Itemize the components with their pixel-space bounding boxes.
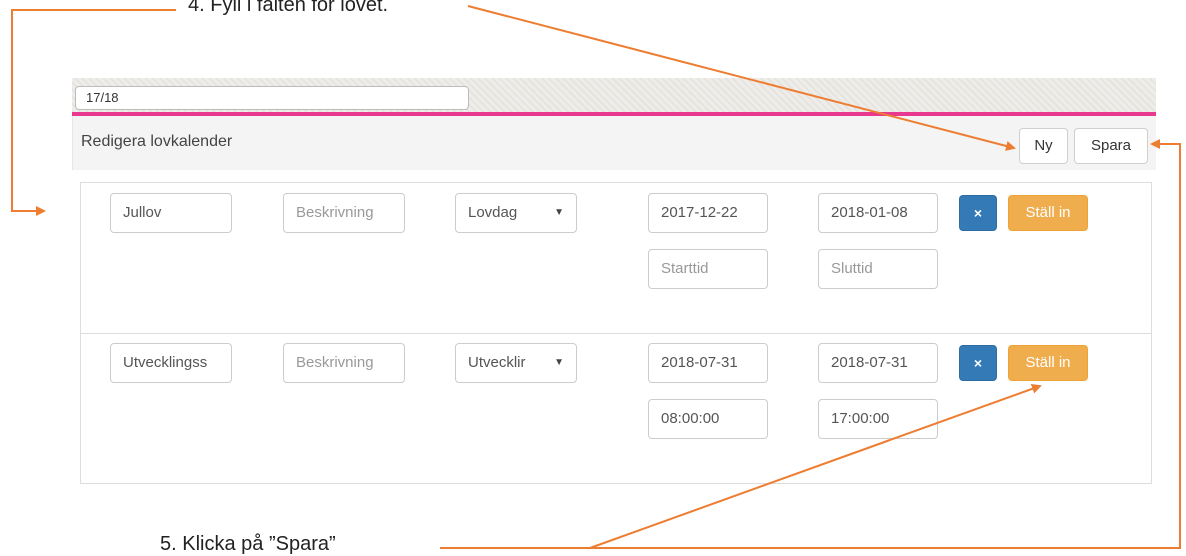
end-time-field[interactable]: 17:00:00 (818, 399, 938, 439)
panel-title: Redigera lovkalender (81, 133, 233, 150)
start-date-field[interactable]: 2018-07-31 (648, 343, 768, 383)
end-time-field[interactable]: Sluttid (818, 249, 938, 289)
holiday-row: Jullov Beskrivning Lovdag ▼ 2017-12-22 2… (81, 183, 1151, 333)
end-date-field[interactable]: 2018-07-31 (818, 343, 938, 383)
holiday-row: Utvecklingss Beskrivning Utvecklir ▼ 201… (81, 333, 1151, 484)
holiday-calendar-app: 17/18 Redigera lovkalender Ny Spara Jull… (72, 78, 1156, 488)
new-button[interactable]: Ny (1019, 128, 1068, 164)
term-bar: 17/18 (72, 78, 1156, 116)
type-select-value: Utvecklir (468, 354, 526, 371)
description-field[interactable]: Beskrivning (283, 193, 405, 233)
save-button[interactable]: Spara (1074, 128, 1148, 164)
close-icon: × (973, 205, 983, 221)
type-select[interactable]: Utvecklir ▼ (455, 343, 577, 383)
type-select[interactable]: Lovdag ▼ (455, 193, 577, 233)
start-time-field[interactable]: 08:00:00 (648, 399, 768, 439)
chevron-down-icon: ▼ (554, 357, 564, 368)
step-4-caption: 4. Fyll i fälten för lovet. (188, 0, 389, 16)
start-date-field[interactable]: 2017-12-22 (648, 193, 768, 233)
chevron-down-icon: ▼ (554, 207, 564, 218)
description-field[interactable]: Beskrivning (283, 343, 405, 383)
step-5-caption: 5. Klicka på ”Spara” (160, 533, 336, 555)
name-field[interactable]: Jullov (110, 193, 232, 233)
end-date-field[interactable]: 2018-01-08 (818, 193, 938, 233)
term-select[interactable]: 17/18 (75, 86, 469, 110)
holiday-list: Jullov Beskrivning Lovdag ▼ 2017-12-22 2… (80, 182, 1152, 484)
name-field[interactable]: Utvecklingss (110, 343, 232, 383)
cancel-holiday-button[interactable]: Ställ in (1008, 345, 1088, 381)
delete-button[interactable]: × (959, 195, 997, 231)
panel-header: Redigera lovkalender (72, 116, 1156, 170)
start-time-field[interactable]: Starttid (648, 249, 768, 289)
close-icon: × (973, 355, 983, 371)
type-select-value: Lovdag (468, 204, 518, 221)
cancel-holiday-button[interactable]: Ställ in (1008, 195, 1088, 231)
delete-button[interactable]: × (959, 345, 997, 381)
